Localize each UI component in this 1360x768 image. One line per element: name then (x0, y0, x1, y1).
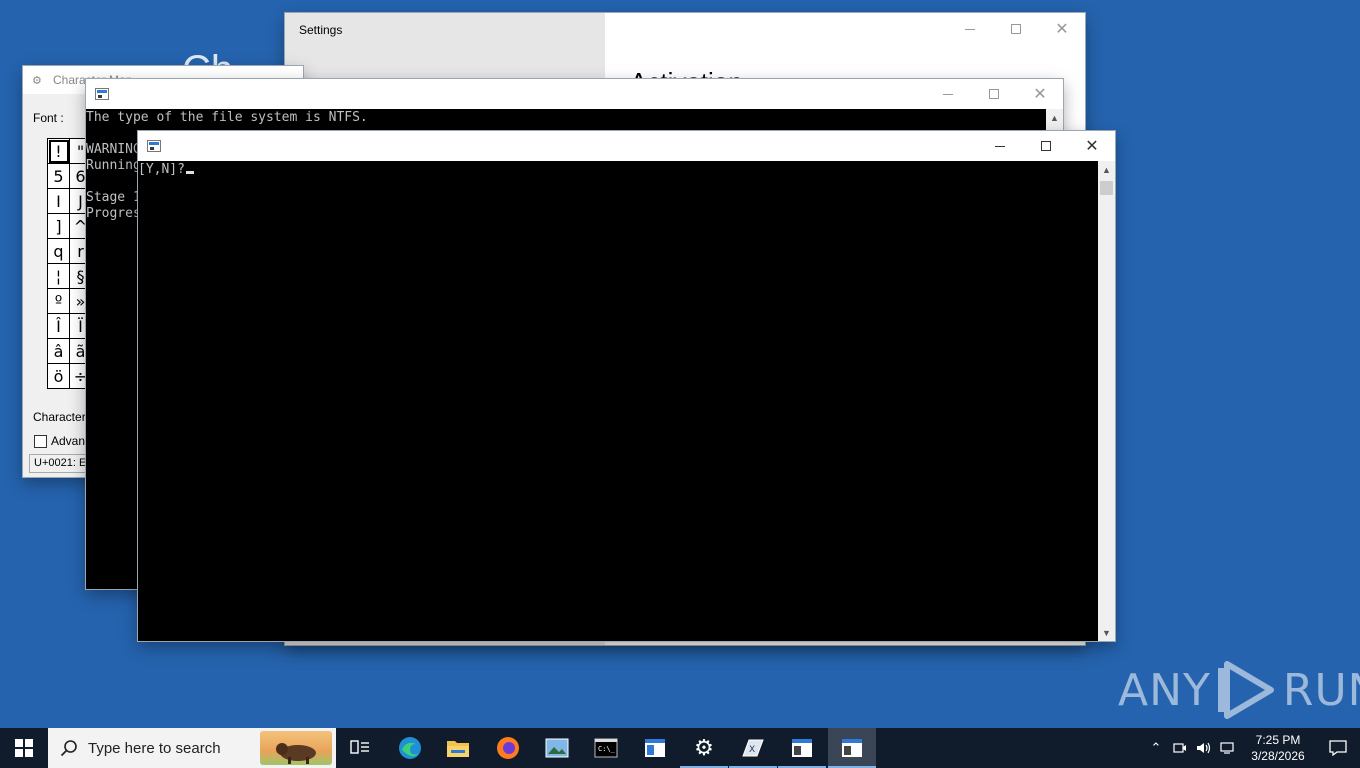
gear-icon: ⚙ (694, 735, 714, 761)
play-logo-icon (1217, 661, 1274, 719)
taskbar: Type here to search C:\_ ⚙ X ⌃ 7:25 PM 3… (0, 728, 1360, 768)
settings-minimize-button[interactable] (947, 13, 993, 45)
settings-maximize-button[interactable] (993, 13, 1039, 45)
task-view-button[interactable] (336, 728, 384, 768)
network-icon[interactable] (1216, 728, 1240, 768)
char-cell[interactable]: 5 (48, 164, 70, 189)
character-map-icon: X (742, 739, 764, 757)
image-viewer-icon (545, 738, 569, 758)
char-cell[interactable]: I (48, 189, 70, 214)
taskbar-photos[interactable] (533, 728, 581, 768)
scroll-up-icon[interactable]: ▲ (1098, 161, 1115, 178)
console2-scrollbar[interactable]: ▲ ▼ (1098, 161, 1115, 641)
char-cell[interactable]: ö (48, 364, 70, 389)
console2-close-button[interactable]: ✕ (1069, 131, 1115, 161)
clock-date: 3/28/2026 (1251, 749, 1305, 763)
scroll-down-icon[interactable]: ▼ (1098, 624, 1115, 641)
console1-minimize-button[interactable] (925, 79, 971, 109)
watermark-left-text: ANY (1118, 664, 1211, 716)
console2-output[interactable]: [Y,N]? (138, 161, 1098, 641)
taskbar-settings[interactable]: ⚙ (680, 728, 728, 768)
minimize-icon (995, 145, 1005, 147)
console1-close-button[interactable]: ✕ (1017, 79, 1063, 109)
console-window-prompt[interactable]: ✕ [Y,N]? ▲ ▼ (138, 131, 1115, 641)
console-app-icon (147, 140, 161, 152)
maximize-icon (1041, 141, 1051, 151)
char-cell[interactable]: q (48, 239, 70, 264)
char-cell[interactable]: Î (48, 314, 70, 339)
text-cursor (185, 171, 194, 174)
system-tray: ⌃ 7:25 PM 3/28/2026 (1144, 728, 1360, 768)
maximize-icon (1011, 24, 1021, 34)
clock-time: 7:25 PM (1255, 733, 1301, 747)
edge-browser-icon (399, 737, 421, 759)
taskbar-command-prompt[interactable]: C:\_ (582, 728, 630, 768)
checkbox-box[interactable] (34, 434, 47, 448)
search-highlight-image[interactable] (260, 731, 332, 765)
console-window-icon (792, 739, 812, 757)
console-window-icon (842, 739, 862, 757)
task-view-icon (350, 740, 369, 754)
minimize-icon (965, 28, 975, 30)
svg-text:X: X (749, 745, 755, 755)
cmd-icon: C:\_ (594, 738, 618, 758)
charmap-app-icon: ⚙ (32, 75, 42, 87)
taskbar-firefox[interactable] (484, 728, 532, 768)
char-cell[interactable]: ] (48, 214, 70, 239)
windows-logo-icon (15, 739, 33, 757)
minimize-icon (943, 93, 953, 95)
char-cell[interactable]: º (48, 289, 70, 314)
svg-text:C:\_: C:\_ (598, 745, 616, 753)
folder-icon (447, 741, 469, 757)
show-hidden-icons-chevron-icon[interactable]: ⌃ (1144, 728, 1168, 768)
search-icon (60, 740, 77, 757)
taskbar-clock[interactable]: 7:25 PM 3/28/2026 (1240, 732, 1316, 764)
taskbar-file-explorer[interactable] (434, 728, 482, 768)
close-icon: ✕ (1085, 136, 1099, 155)
console2-prompt: [Y,N]? (138, 162, 185, 177)
watermark-right-text: RUN (1282, 664, 1360, 716)
volume-icon[interactable] (1192, 728, 1216, 768)
console2-titlebar[interactable]: ✕ (138, 131, 1115, 161)
search-placeholder: Type here to search (88, 740, 221, 757)
taskbar-character-map[interactable]: X (729, 728, 777, 768)
console-app-icon (95, 88, 109, 100)
console1-maximize-button[interactable] (971, 79, 1017, 109)
start-button[interactable] (0, 728, 48, 768)
meet-now-icon[interactable] (1168, 728, 1192, 768)
scroll-up-icon[interactable]: ▲ (1046, 109, 1063, 126)
char-cell[interactable]: ! (48, 139, 70, 164)
close-icon: ✕ (1033, 84, 1047, 103)
taskbar-console-2[interactable] (828, 728, 876, 768)
notification-center-button[interactable] (1316, 728, 1360, 768)
char-cell[interactable]: ¦ (48, 264, 70, 289)
settings-title: Settings (299, 23, 343, 37)
close-icon: ✕ (1055, 19, 1069, 38)
console2-minimize-button[interactable] (977, 131, 1023, 161)
font-label: Font : (33, 111, 64, 125)
console1-titlebar[interactable]: ✕ (86, 79, 1063, 109)
taskbar-console-1[interactable] (778, 728, 826, 768)
settings-close-button[interactable]: ✕ (1039, 13, 1085, 45)
window-app-icon (645, 739, 665, 757)
maximize-icon (989, 89, 999, 99)
scroll-thumb[interactable] (1100, 181, 1113, 195)
notification-icon (1329, 740, 1347, 756)
taskbar-search-box[interactable]: Type here to search (48, 728, 336, 768)
firefox-icon (497, 737, 519, 759)
taskbar-edge[interactable] (386, 728, 434, 768)
anyrun-watermark: ANY RUN (1118, 660, 1360, 720)
taskbar-window-app[interactable] (631, 728, 679, 768)
desktop: Ch Settings Activation ✕ ⚙ Character Map… (0, 0, 1360, 728)
console2-maximize-button[interactable] (1023, 131, 1069, 161)
char-cell[interactable]: â (48, 339, 70, 364)
